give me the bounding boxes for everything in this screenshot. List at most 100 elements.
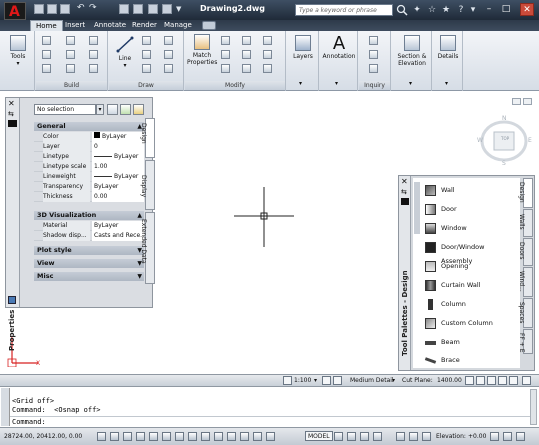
tab-spaces[interactable]: Spaces bbox=[518, 298, 533, 328]
door-tool-icon[interactable] bbox=[42, 50, 51, 59]
section-elevation-button[interactable]: Section & Elevation bbox=[393, 35, 431, 67]
isolate-icon[interactable] bbox=[490, 432, 499, 441]
annotation-button[interactable]: A Annotation bbox=[322, 33, 356, 60]
close-icon[interactable]: ✕ bbox=[8, 100, 15, 108]
tool-palettes-title-bar[interactable]: ✕ ⇆ Tool Palettes - Design bbox=[399, 176, 411, 370]
surface-hatch-icon[interactable] bbox=[476, 376, 485, 385]
toggle-pickadd-icon[interactable] bbox=[107, 104, 118, 115]
cut-plane-value[interactable]: 1400.00 bbox=[437, 376, 462, 385]
lineweight-icon[interactable] bbox=[227, 432, 236, 441]
drawing-status-menu-icon[interactable] bbox=[522, 376, 531, 385]
property-value[interactable]: ByLayer bbox=[92, 182, 144, 192]
tab-display[interactable]: Display bbox=[140, 160, 155, 210]
move-icon[interactable] bbox=[221, 36, 230, 45]
fillet-icon[interactable] bbox=[263, 50, 272, 59]
command-input[interactable]: Command: bbox=[12, 418, 46, 426]
property-value[interactable]: 0.00 bbox=[92, 192, 144, 202]
annotation-scale[interactable]: 1:100 bbox=[294, 376, 311, 385]
dynamic-ucs-icon[interactable] bbox=[201, 432, 210, 441]
property-value[interactable]: ByLayer bbox=[92, 172, 144, 182]
property-row[interactable]: Linetype ByLayer bbox=[34, 152, 144, 162]
properties-title-bar[interactable]: ✕ ⇆ Properties bbox=[6, 98, 20, 351]
palette-menu-icon[interactable] bbox=[401, 198, 409, 205]
publish-icon[interactable] bbox=[133, 4, 143, 14]
show-objects-icon[interactable] bbox=[509, 376, 518, 385]
tab-render[interactable]: Render bbox=[127, 20, 162, 31]
clean-screen-icon[interactable] bbox=[516, 432, 525, 441]
object-snap-icon[interactable] bbox=[162, 432, 171, 441]
chevron-down-icon[interactable]: ▾ bbox=[409, 80, 412, 87]
copy-icon[interactable] bbox=[221, 50, 230, 59]
object-snap-tracking-icon[interactable] bbox=[188, 432, 197, 441]
property-row[interactable]: Transparency ByLayer bbox=[34, 182, 144, 192]
tool-item-opening[interactable]: Opening bbox=[425, 259, 515, 273]
circle-icon[interactable] bbox=[142, 50, 151, 59]
tab-walls[interactable]: Walls bbox=[518, 209, 533, 237]
category-misc[interactable]: Misc ▼ bbox=[34, 272, 144, 281]
workspace-switching-icon[interactable] bbox=[396, 432, 405, 441]
inquiry-panel-label[interactable]: Inquiry bbox=[359, 81, 390, 90]
quick-properties-icon[interactable] bbox=[253, 432, 262, 441]
stair-tool-icon[interactable] bbox=[66, 36, 75, 45]
wall-tool-icon[interactable] bbox=[42, 36, 51, 45]
layer-key-icon[interactable] bbox=[487, 376, 496, 385]
undo-icon[interactable]: ↶ bbox=[77, 4, 87, 14]
tools-button[interactable]: Tools ▾ bbox=[4, 35, 32, 67]
scale-icon[interactable] bbox=[242, 64, 251, 73]
property-row[interactable]: Shadow disp... Casts and Rece... bbox=[34, 231, 144, 241]
select-objects-icon[interactable] bbox=[120, 104, 131, 115]
redo-icon[interactable]: ↷ bbox=[89, 4, 99, 14]
details-button[interactable]: Details bbox=[434, 35, 462, 60]
dynamic-input-icon[interactable] bbox=[214, 432, 223, 441]
chevron-down-icon[interactable]: ▾ bbox=[96, 104, 104, 115]
model-space-button[interactable]: MODEL bbox=[305, 431, 333, 441]
auto-hide-icon[interactable]: ⇆ bbox=[401, 188, 407, 196]
help-dropdown-icon[interactable]: ▾ bbox=[468, 5, 478, 15]
project-navigator-icon[interactable] bbox=[409, 432, 418, 441]
chevron-down-icon[interactable]: ▾ bbox=[335, 80, 338, 87]
workspace-icon[interactable] bbox=[162, 4, 172, 14]
maximize-button[interactable]: □ bbox=[499, 3, 513, 16]
viewport-restore-icon[interactable] bbox=[512, 98, 521, 105]
open-icon[interactable] bbox=[47, 4, 57, 14]
tab-design[interactable]: Design bbox=[140, 118, 155, 158]
stretch-icon[interactable] bbox=[221, 64, 230, 73]
close-button[interactable]: ✕ bbox=[520, 3, 534, 16]
tool-item-window[interactable]: Window bbox=[425, 221, 515, 235]
property-value[interactable]: ByLayer bbox=[92, 221, 144, 231]
elevation-value[interactable]: +0.00 bbox=[468, 432, 486, 441]
rotate-icon[interactable] bbox=[242, 36, 251, 45]
property-row[interactable]: Lineweight ByLayer bbox=[34, 172, 144, 182]
properties-qat-icon[interactable] bbox=[148, 4, 158, 14]
category-general[interactable]: General ▲ bbox=[34, 122, 144, 131]
draw-panel-label[interactable]: Draw bbox=[109, 81, 183, 90]
compass-east[interactable]: E bbox=[528, 137, 532, 144]
tool-item-wall[interactable]: Wall bbox=[425, 183, 515, 197]
property-value[interactable]: ByLayer bbox=[92, 132, 144, 142]
mirror-icon[interactable] bbox=[242, 50, 251, 59]
hatch-icon[interactable] bbox=[164, 50, 173, 59]
slab-tool-icon[interactable] bbox=[66, 64, 75, 73]
ribbon-options-icon[interactable] bbox=[202, 21, 216, 30]
polygon-icon[interactable] bbox=[164, 64, 173, 73]
tab-annotate[interactable]: Annotate bbox=[89, 20, 131, 31]
chevron-down-icon[interactable]: ▾ bbox=[314, 376, 317, 385]
tool-item-brace[interactable]: Brace bbox=[424, 353, 515, 367]
annotation-scale-icon[interactable] bbox=[283, 376, 292, 385]
grid-display-icon[interactable] bbox=[123, 432, 132, 441]
chevron-down-icon[interactable]: ▾ bbox=[392, 376, 395, 385]
space-tool-icon[interactable] bbox=[89, 64, 98, 73]
communication-icon[interactable]: ☆ bbox=[427, 5, 437, 15]
tool-item-column[interactable]: Column bbox=[425, 297, 515, 311]
close-icon[interactable]: ✕ bbox=[401, 178, 408, 186]
window-tool-icon[interactable] bbox=[42, 64, 51, 73]
property-row[interactable]: Material ByLayer bbox=[34, 221, 144, 231]
category-plot-style[interactable]: Plot style ▼ bbox=[34, 246, 144, 255]
grid-tool-icon[interactable] bbox=[89, 36, 98, 45]
compass-south[interactable]: S bbox=[502, 160, 506, 167]
viewcube[interactable]: TOP N S E W bbox=[476, 115, 536, 170]
tool-item-custom-column[interactable]: Custom Column bbox=[425, 316, 515, 330]
auto-hide-icon[interactable]: ⇆ bbox=[8, 110, 14, 118]
subscription-icon[interactable]: ✦ bbox=[412, 5, 422, 15]
tab-extended-data[interactable]: Extended Data bbox=[140, 212, 155, 284]
